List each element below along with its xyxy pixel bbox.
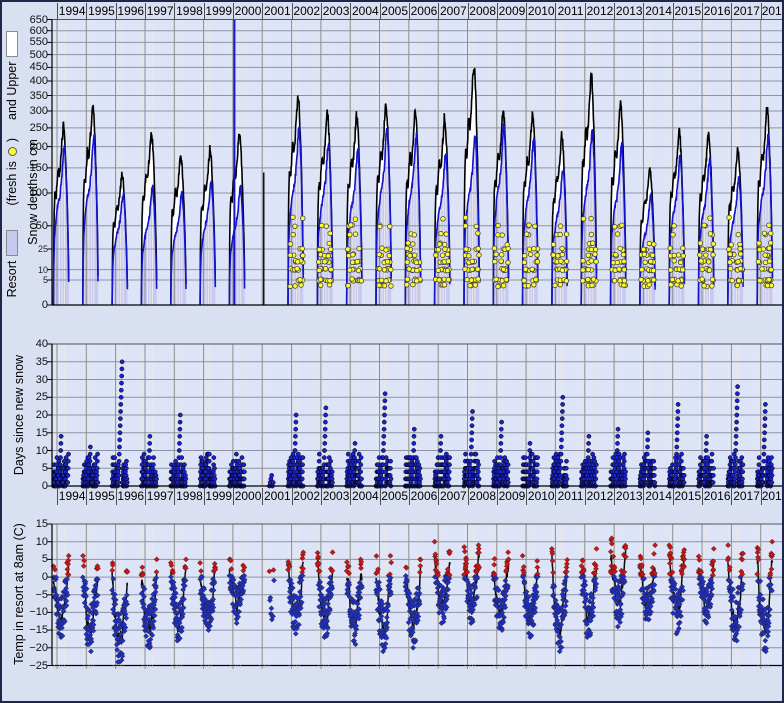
snow-panel bbox=[48, 20, 784, 306]
days-axis-title: Days since new snow bbox=[11, 339, 27, 491]
year-label: 2007 bbox=[438, 488, 467, 505]
year-label: 2012 bbox=[585, 3, 614, 20]
year-label: 2012 bbox=[585, 488, 614, 505]
year-label: 1998 bbox=[174, 3, 203, 20]
year-label: 2009 bbox=[497, 3, 526, 20]
year-label: 2010 bbox=[526, 488, 555, 505]
year-label: 1999 bbox=[204, 3, 233, 20]
year-label: 2005 bbox=[380, 3, 409, 20]
year-label: 2011 bbox=[555, 488, 584, 505]
year-label: 1997 bbox=[145, 488, 174, 505]
year-label: 2015 bbox=[673, 488, 702, 505]
year-label: 1994 bbox=[57, 3, 86, 20]
year-label: 2017 bbox=[731, 488, 760, 505]
year-label: 2015 bbox=[673, 3, 702, 20]
year-label: 2014 bbox=[643, 3, 672, 20]
year-label: 2004 bbox=[350, 3, 379, 20]
year-label: 1997 bbox=[145, 3, 174, 20]
temp-panel bbox=[48, 524, 784, 669]
year-label: 2000 bbox=[233, 488, 262, 505]
fresh-label: (fresh is bbox=[5, 161, 19, 205]
year-axis-middle: 1994199519961997199819992000200120022003… bbox=[2, 488, 784, 505]
upper-label: and Upper bbox=[5, 62, 19, 120]
days-panel bbox=[48, 344, 784, 488]
year-label: 1995 bbox=[86, 3, 115, 20]
year-label: 2002 bbox=[292, 3, 321, 20]
year-label: 2016 bbox=[702, 3, 731, 20]
year-label: 2007 bbox=[438, 3, 467, 20]
year-label: 2006 bbox=[409, 488, 438, 505]
year-label: 1999 bbox=[204, 488, 233, 505]
chart-canvas bbox=[2, 2, 784, 703]
year-label: 2017 bbox=[731, 3, 760, 20]
year-label: 2005 bbox=[380, 488, 409, 505]
year-label: 2018 bbox=[761, 3, 784, 20]
resort-label: Resort bbox=[5, 261, 19, 298]
year-axis-top: 1994199519961997199819992000200120022003… bbox=[2, 3, 784, 20]
fresh-label-close: ) bbox=[5, 138, 19, 142]
year-label: 2002 bbox=[292, 488, 321, 505]
year-label: 1996 bbox=[116, 488, 145, 505]
year-label: 2016 bbox=[702, 488, 731, 505]
year-label: 2018 bbox=[761, 488, 784, 505]
year-label: 2010 bbox=[526, 3, 555, 20]
year-label: 2014 bbox=[643, 488, 672, 505]
year-label: 2003 bbox=[321, 3, 350, 20]
year-label: 1995 bbox=[86, 488, 115, 505]
y-tick-label: 0 bbox=[14, 299, 48, 311]
year-label: 2006 bbox=[409, 3, 438, 20]
year-label: 2013 bbox=[614, 3, 643, 20]
upper-swatch bbox=[6, 31, 18, 57]
year-label: 2009 bbox=[497, 488, 526, 505]
snow-axis-title-line2: Snow depths in cm bbox=[25, 111, 41, 273]
snow-axis-legend: Resort (fresh is ) and Upper bbox=[3, 28, 21, 300]
year-label: 2008 bbox=[468, 3, 497, 20]
year-label: 2013 bbox=[614, 488, 643, 505]
year-label: 2004 bbox=[350, 488, 379, 505]
year-label: 1998 bbox=[174, 488, 203, 505]
temp-axis-title: Temp in resort at 8am (C) bbox=[11, 508, 27, 680]
year-label: 1994 bbox=[57, 488, 86, 505]
year-label: 2001 bbox=[262, 488, 291, 505]
fresh-snow-dot-icon bbox=[8, 147, 17, 156]
year-label: 2003 bbox=[321, 488, 350, 505]
snow-history-chart: 1994199519961997199819992000200120022003… bbox=[0, 0, 784, 703]
y-tick-label: 650 bbox=[14, 14, 48, 26]
year-label: 2008 bbox=[468, 488, 497, 505]
year-label: 2000 bbox=[233, 3, 262, 20]
year-label: 1996 bbox=[116, 3, 145, 20]
year-label: 2001 bbox=[262, 3, 291, 20]
year-label: 2011 bbox=[555, 3, 584, 20]
resort-swatch bbox=[6, 230, 18, 256]
